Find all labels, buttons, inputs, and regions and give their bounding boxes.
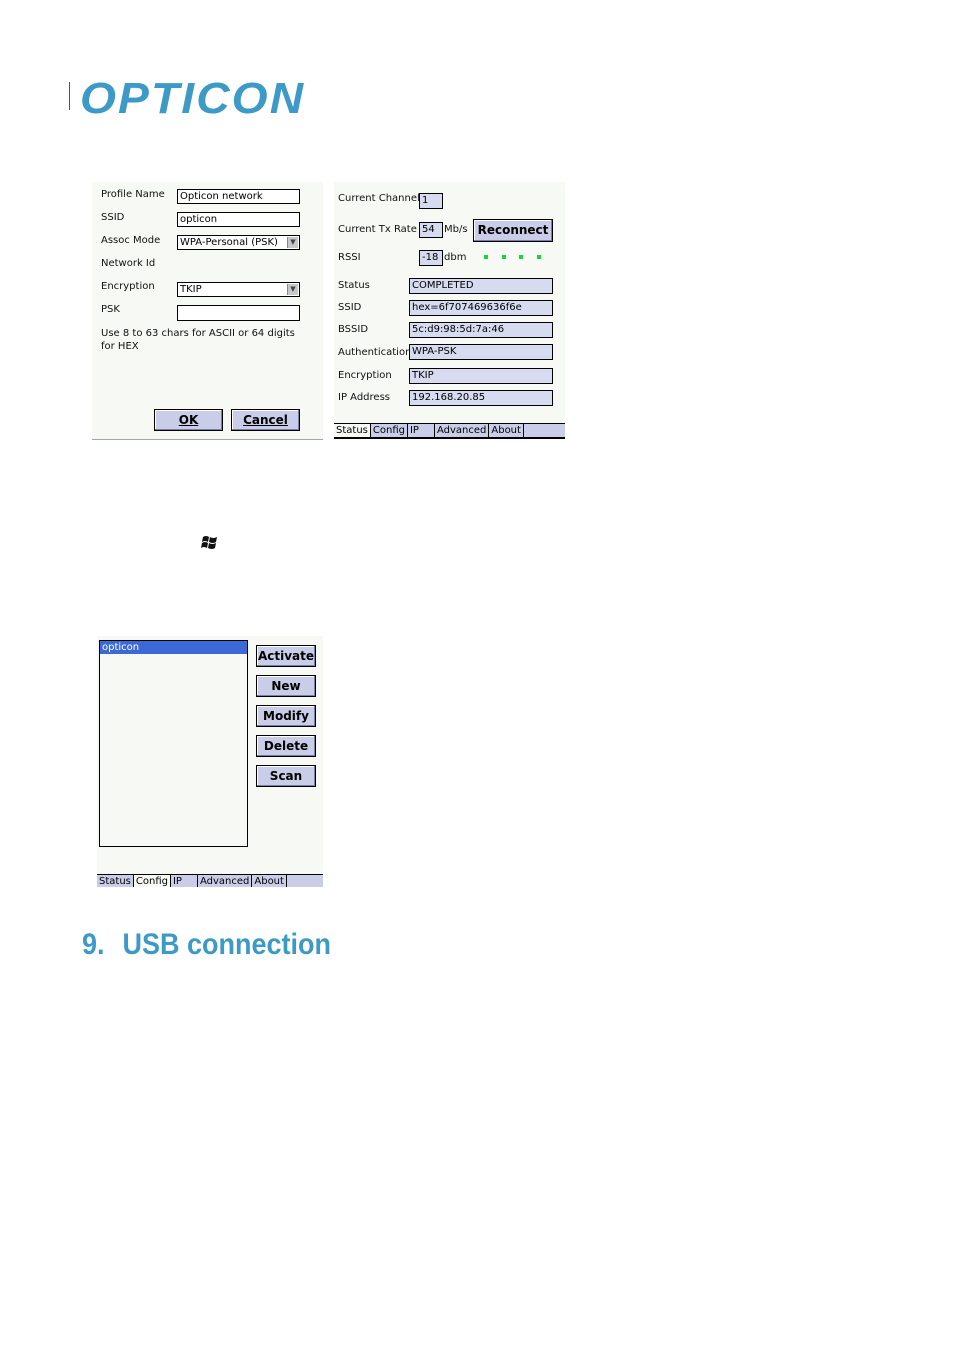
signal-bar xyxy=(502,255,506,259)
config-tab-bar: Status Config IP Advanced About xyxy=(97,874,323,887)
tx-rate-label: Current Tx Rate xyxy=(338,224,417,235)
bssid-value: 5c:d9:98:5d:7a:46 xyxy=(409,322,553,338)
scan-button[interactable]: Scan xyxy=(256,765,316,787)
assoc-mode-label: Assoc Mode xyxy=(101,235,161,246)
tab-about[interactable]: About xyxy=(252,875,287,887)
ok-button-label: OK xyxy=(178,413,199,427)
authentication-label: Authentication xyxy=(338,347,412,358)
rssi-value: -18 xyxy=(419,250,443,266)
tx-rate-value: 54 xyxy=(419,222,443,238)
cancel-button[interactable]: Cancel xyxy=(231,409,300,431)
config-panel: opticon Activate New Modify Delete Scan … xyxy=(97,636,323,887)
encryption-value: TKIP xyxy=(409,368,553,384)
ip-address-value: 192.168.20.85 xyxy=(409,390,553,406)
logo-divider xyxy=(69,82,70,110)
delete-button[interactable]: Delete xyxy=(256,735,316,757)
encryption-value: TKIP xyxy=(180,284,202,295)
tab-about[interactable]: About xyxy=(489,424,524,437)
signal-bar xyxy=(484,255,488,259)
tab-status[interactable]: Status xyxy=(97,875,134,887)
cancel-button-label: Cancel xyxy=(243,413,288,427)
tab-config[interactable]: Config xyxy=(371,424,408,437)
chevron-down-icon[interactable]: ▼ xyxy=(287,237,298,248)
profile-list[interactable]: opticon xyxy=(99,640,248,847)
psk-input[interactable] xyxy=(177,305,300,321)
profile-name-label: Profile Name xyxy=(101,189,165,200)
tab-advanced[interactable]: Advanced xyxy=(198,875,253,887)
psk-hint-text: Use 8 to 63 chars for ASCII or 64 digits… xyxy=(101,328,295,352)
encryption-label: Encryption xyxy=(101,281,155,292)
encryption-label: Encryption xyxy=(338,370,392,381)
signal-bar xyxy=(519,255,523,259)
encryption-select[interactable]: TKIP ▼ xyxy=(177,282,300,297)
reconnect-button[interactable]: Reconnect xyxy=(473,219,553,242)
windows-flag-icon xyxy=(200,534,221,552)
ssid-label: SSID xyxy=(101,212,125,223)
ssid-input[interactable]: opticon xyxy=(177,212,300,227)
current-channel-value: 1 xyxy=(419,193,443,209)
section-number: 9. xyxy=(82,928,105,961)
section-heading: 9. USB connection xyxy=(82,928,331,962)
authentication-value: WPA-PSK xyxy=(409,344,553,360)
tab-advanced[interactable]: Advanced xyxy=(435,424,490,437)
psk-label: PSK xyxy=(101,304,120,315)
ssid-label: SSID xyxy=(338,302,362,313)
tx-rate-unit: Mb/s xyxy=(444,224,468,235)
assoc-mode-select[interactable]: WPA-Personal (PSK) ▼ xyxy=(177,235,300,250)
profile-form-panel: Profile Name Opticon network SSID optico… xyxy=(92,182,323,440)
list-item[interactable]: opticon xyxy=(100,641,247,654)
signal-bar xyxy=(537,255,541,259)
profile-name-input[interactable]: Opticon network xyxy=(177,189,300,204)
chevron-down-icon[interactable]: ▼ xyxy=(287,284,298,295)
activate-button[interactable]: Activate xyxy=(256,645,316,667)
ssid-value: hex=6f707469636f6e xyxy=(409,300,553,316)
tab-config[interactable]: Config xyxy=(133,875,171,887)
section-title: USB connection xyxy=(122,928,332,961)
status-tab-bar: Status Config IP Advanced About xyxy=(334,423,565,439)
modify-button[interactable]: Modify xyxy=(256,705,316,727)
rssi-unit: dbm xyxy=(444,252,467,263)
ok-button[interactable]: OK xyxy=(154,409,223,431)
tab-ip[interactable]: IP xyxy=(408,424,435,437)
rssi-label: RSSI xyxy=(338,252,361,263)
tab-status[interactable]: Status xyxy=(334,424,371,437)
new-button[interactable]: New xyxy=(256,675,316,697)
signal-strength-indicator xyxy=(484,255,544,261)
ip-address-label: IP Address xyxy=(338,392,390,403)
bssid-label: BSSID xyxy=(338,324,369,335)
assoc-mode-value: WPA-Personal (PSK) xyxy=(180,237,278,248)
status-value: COMPLETED xyxy=(409,278,553,294)
opticon-logo: OPTICON xyxy=(80,74,306,123)
status-label: Status xyxy=(338,280,370,291)
current-channel-label: Current Channel xyxy=(338,193,420,204)
network-id-label: Network Id xyxy=(101,258,156,269)
tab-ip[interactable]: IP xyxy=(171,875,198,887)
status-panel: Current Channel 1 Current Tx Rate 54 Mb/… xyxy=(334,182,565,439)
